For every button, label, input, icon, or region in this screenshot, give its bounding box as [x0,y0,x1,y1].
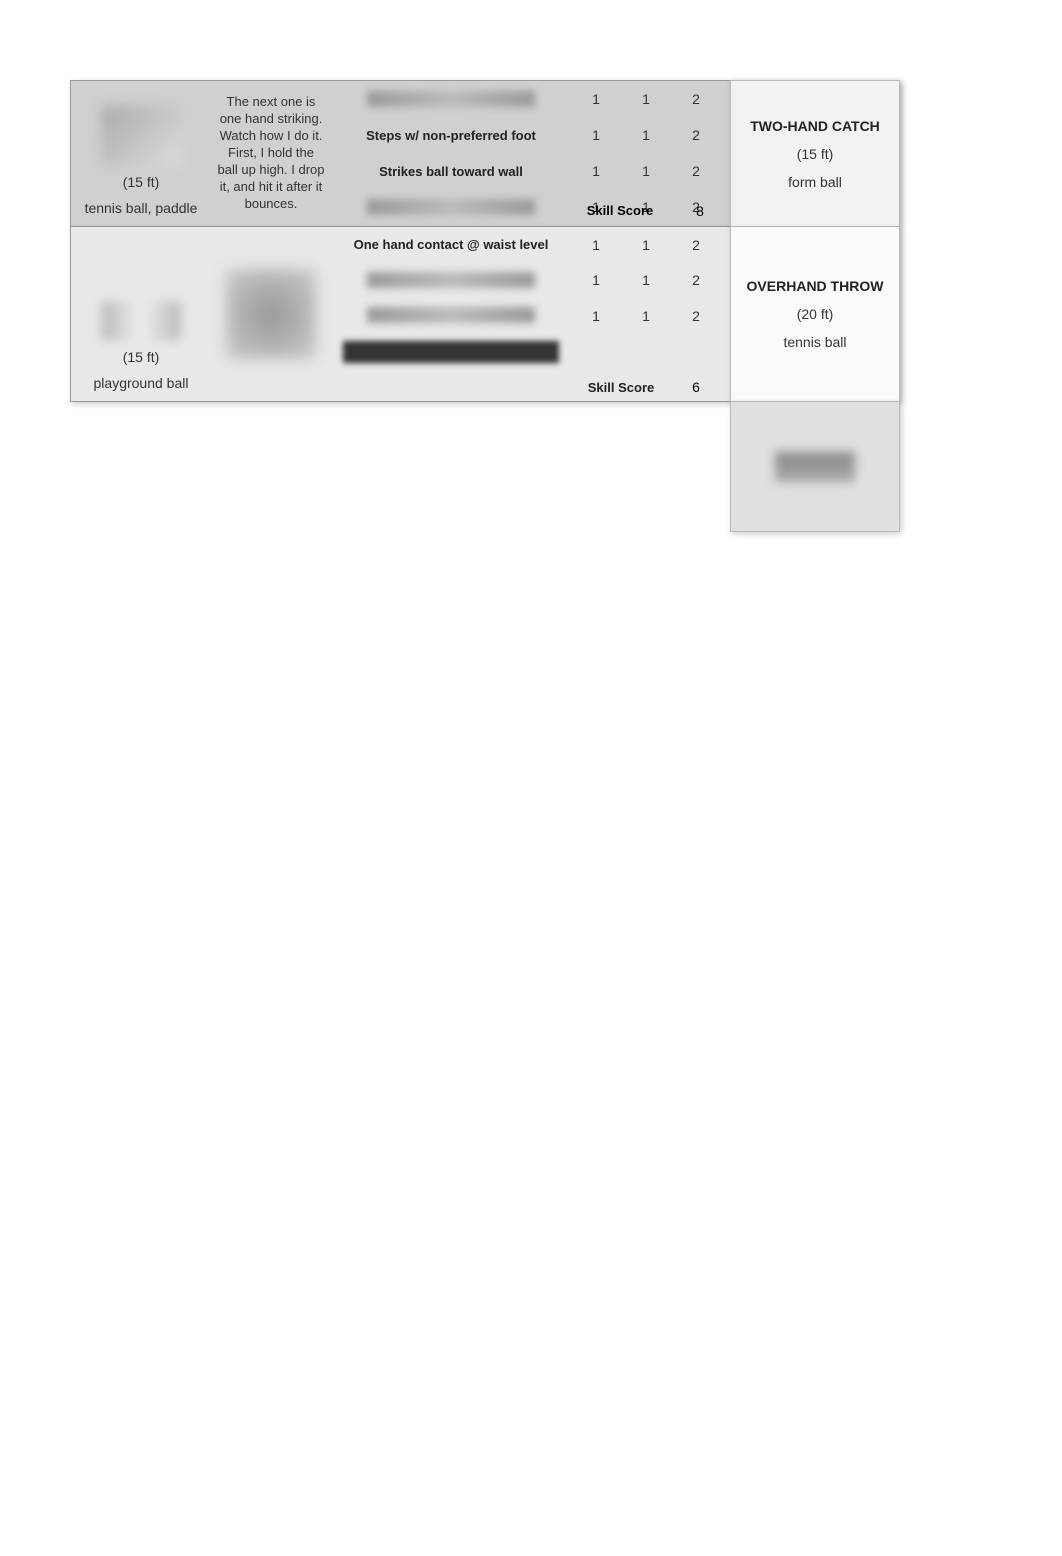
trial1-score: 1 [592,91,600,107]
row-total: 2 [692,91,700,107]
criteria-redacted [367,199,535,215]
score-row: 1 1 [571,298,671,334]
trial2-score: 1 [642,308,650,324]
distance-label: (15 ft) [797,146,834,162]
criteria-row [331,333,571,372]
distance-label: (15 ft) [123,349,160,365]
criteria-row [331,81,571,117]
criteria-redacted [367,272,535,288]
criteria-text: One hand contact @ waist level [354,237,549,252]
trial2-score: 1 [642,91,650,107]
description-2 [211,227,331,401]
score-row [571,334,671,374]
trial2-score: 1 [642,127,650,143]
total-row: 2 [671,117,721,153]
criteria-row [331,262,571,297]
next-skill-block-3 [730,402,900,532]
criteria-text: Steps w/ non-preferred foot [366,128,536,143]
equipment-label: form ball [788,174,842,190]
skill-title: OVERHAND THROW [747,278,884,294]
left-info-1: (15 ft) tennis ball, paddle [71,81,211,226]
row-total: 2 [692,272,700,288]
scores-column-2: 1 1 1 1 1 1 Skill Score [571,227,671,401]
trial1-score: 1 [592,272,600,288]
description-redacted [226,269,316,359]
skill-score-total: 8 [680,203,720,219]
score-row: 1 1 [571,263,671,299]
criteria-column-1: Steps w/ non-preferred foot Strikes ball… [331,81,571,226]
row-total: 2 [692,163,700,179]
next-skill-block-1: TWO-HAND CATCH (15 ft) form ball [730,80,900,227]
criteria-redacted [367,307,535,323]
trial2-score: 1 [642,237,650,253]
equipment-label: tennis ball, paddle [85,200,198,216]
trial2-score: 1 [642,163,650,179]
equipment-label: tennis ball [783,334,846,350]
criteria-row-empty [331,372,571,401]
criteria-row: Strikes ball toward wall [331,153,571,189]
trial2-score: 1 [642,272,650,288]
description-1: The next one is one hand striking. Watch… [211,81,331,226]
row-total: 2 [692,127,700,143]
criteria-redacted-dark [343,341,559,363]
total-row: 2 [671,263,721,299]
trial1-score: 1 [592,163,600,179]
skill-score-label: Skill Score [571,373,671,401]
total-row: 2 [671,81,721,117]
skill-score-total: 6 [671,373,721,401]
total-row: 2 [671,227,721,263]
row-total: 2 [692,308,700,324]
score-row: 1 1 [571,153,671,189]
left-info-2: (15 ft) playground ball [71,227,211,401]
total-row: 2 [671,298,721,334]
next-skill-block-2: OVERHAND THROW (20 ft) tennis ball [730,227,900,402]
criteria-row: Steps w/ non-preferred foot [331,117,571,153]
criteria-redacted [367,91,535,107]
criteria-row [331,297,571,332]
trial1-score: 1 [592,127,600,143]
totals-column-2: 2 2 2 6 [671,227,721,401]
criteria-text: Strikes ball toward wall [379,164,523,179]
distance-label: (20 ft) [797,306,834,322]
score-row: 1 1 [571,117,671,153]
row-total: 2 [692,237,700,253]
trial1-score: 1 [592,237,600,253]
distance-label: (15 ft) [123,174,160,190]
skill-score-label: Skill Score [570,203,670,218]
total-row: 2 [671,153,721,189]
trial1-score: 1 [592,308,600,324]
equipment-label: playground ball [94,375,189,391]
score-row: 1 1 [571,227,671,263]
criteria-row [331,189,571,225]
redacted-placeholder [775,452,855,482]
score-row: 1 1 [571,81,671,117]
right-column: TWO-HAND CATCH (15 ft) form ball OVERHAN… [730,80,900,532]
total-row [671,334,721,374]
skill-title: TWO-HAND CATCH [750,118,880,134]
description-text: The next one is one hand striking. Watch… [217,94,325,212]
illustration-placeholder [101,301,181,341]
illustration-placeholder [101,106,181,166]
criteria-column-2: One hand contact @ waist level [331,227,571,401]
criteria-row: One hand contact @ waist level [331,227,571,262]
